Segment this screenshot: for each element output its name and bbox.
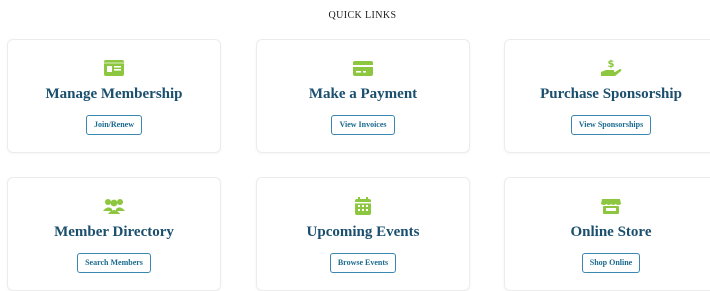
svg-text:$: $ (608, 59, 615, 70)
section-title: QUICK LINKS (328, 10, 397, 21)
card-title: Make a Payment (308, 86, 418, 102)
card-manage-membership: Manage Membership Join/Renew (7, 39, 221, 153)
card-purchase-sponsorship: $ Purchase Sponsorship View Sponsorships (504, 39, 710, 153)
credit-card-icon (352, 58, 374, 78)
card-title: Upcoming Events (306, 224, 420, 240)
search-members-button[interactable]: Search Members (77, 253, 151, 273)
id-card-icon (103, 58, 125, 78)
card-online-store: Online Store Shop Online (504, 177, 710, 291)
browse-events-button[interactable]: Browse Events (329, 253, 397, 273)
card-make-payment: Make a Payment View Invoices (256, 39, 470, 153)
view-sponsorships-button[interactable]: View Sponsorships (570, 115, 652, 135)
card-member-directory: Member Directory Search Members (7, 177, 221, 291)
view-invoices-button[interactable]: View Invoices (331, 115, 395, 135)
card-title: Manage Membership (45, 86, 183, 102)
hand-dollar-icon: $ (600, 58, 622, 78)
store-icon (600, 196, 622, 216)
card-title: Member Directory (54, 224, 174, 240)
card-title: Purchase Sponsorship (540, 86, 682, 102)
shop-online-button[interactable]: Shop Online (581, 253, 641, 273)
join-renew-button[interactable]: Join/Renew (86, 115, 142, 135)
card-upcoming-events: Upcoming Events Browse Events (256, 177, 470, 291)
calendar-icon (352, 196, 374, 216)
card-title: Online Store (570, 224, 652, 240)
users-icon (103, 196, 125, 216)
